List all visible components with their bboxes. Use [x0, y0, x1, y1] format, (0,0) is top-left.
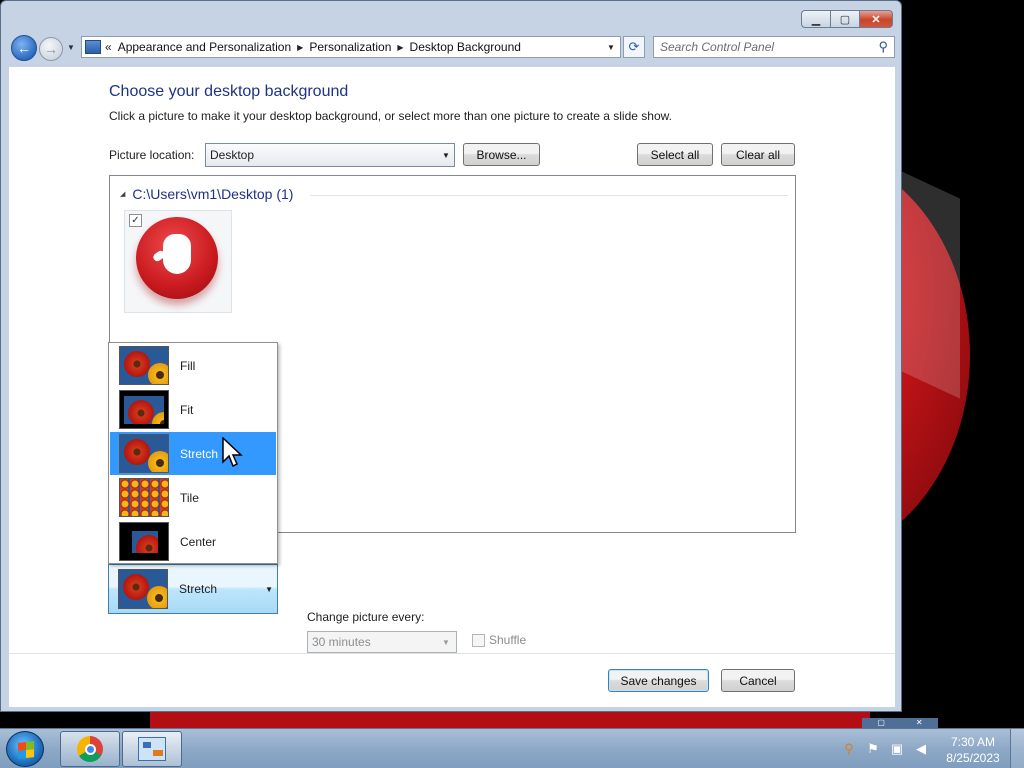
change-interval-select[interactable]: 30 minutes ▼ — [307, 631, 457, 653]
back-button[interactable]: ← — [11, 35, 37, 61]
center-preview-icon — [119, 522, 169, 561]
taskbar-control-panel[interactable] — [122, 731, 182, 767]
network-icon[interactable]: ▣ — [888, 741, 906, 757]
fill-preview-icon — [119, 346, 169, 385]
picture-location-select[interactable]: Desktop ▼ — [205, 143, 455, 167]
position-option-stretch[interactable]: Stretch — [110, 432, 276, 475]
taskbar: ⚲ ⚑ ▣ ◀ 7:30 AM 8/25/2023 — [0, 728, 1024, 768]
option-label: Fill — [180, 358, 196, 373]
position-option-fill[interactable]: Fill — [110, 344, 276, 387]
clock[interactable]: 7:30 AM 8/25/2023 — [940, 734, 1006, 766]
option-label: Center — [180, 534, 217, 549]
footer-divider — [9, 653, 895, 654]
recent-pages-dropdown[interactable]: ▼ — [67, 43, 75, 52]
address-dropdown-icon[interactable]: ▼ — [602, 43, 620, 52]
search-placeholder: Search Control Panel — [660, 40, 775, 54]
picture-position-value: Stretch — [179, 582, 218, 596]
notification-area: ⚲ ⚑ ▣ ◀ — [840, 729, 936, 768]
chevron-down-icon: ▼ — [442, 150, 450, 160]
fit-preview-icon — [119, 390, 169, 429]
forward-arrow-icon: → — [44, 41, 58, 57]
chevron-down-icon: ▼ — [265, 584, 273, 594]
position-option-center[interactable]: Center — [110, 520, 276, 563]
clock-time: 7:30 AM — [950, 735, 996, 749]
forward-button[interactable]: → — [39, 37, 63, 61]
shuffle-label: Shuffle — [489, 633, 527, 647]
breadcrumb-desktop-background[interactable]: Desktop Background — [404, 40, 527, 54]
minimize-button[interactable]: ▁ — [801, 10, 831, 28]
refresh-button[interactable]: ⟳ — [623, 36, 645, 58]
chrome-icon — [77, 736, 103, 762]
select-all-button[interactable]: Select all — [637, 143, 713, 166]
option-label: Tile — [180, 490, 199, 505]
browse-button[interactable]: Browse... — [463, 143, 540, 166]
tile-preview-icon — [119, 478, 169, 517]
clock-date: 8/25/2023 — [946, 751, 1000, 765]
change-interval-value: 30 minutes — [312, 635, 371, 649]
mouse-cursor-icon — [222, 437, 243, 468]
change-picture-label: Change picture every: — [307, 610, 425, 624]
hidden-window-buttons: ▢ ✕ — [862, 718, 938, 728]
breadcrumb-overflow[interactable]: « — [105, 40, 112, 54]
gallery-group-header[interactable]: ◢ C:\Users\vm1\Desktop (1) — [120, 186, 293, 202]
close-button[interactable]: ✕ — [859, 10, 893, 28]
windows-logo-icon — [18, 741, 34, 759]
shuffle-box[interactable] — [472, 633, 485, 647]
search-tray-icon[interactable]: ⚲ — [840, 741, 858, 757]
picture-thumbnail[interactable]: ✓ — [124, 210, 232, 313]
save-changes-button[interactable]: Save changes — [608, 669, 709, 692]
option-label: Fit — [180, 402, 194, 417]
start-button[interactable] — [6, 731, 44, 767]
search-input[interactable]: Search Control Panel ⚲ — [653, 36, 895, 58]
page-description: Click a picture to make it your desktop … — [109, 109, 672, 123]
collapse-triangle-icon[interactable]: ◢ — [120, 190, 125, 198]
show-desktop-button[interactable] — [1010, 729, 1024, 768]
stretch-preview-icon — [119, 434, 169, 473]
search-icon[interactable]: ⚲ — [878, 39, 888, 55]
maximize-button[interactable]: ▢ — [830, 10, 860, 28]
page-title: Choose your desktop background — [109, 83, 349, 100]
position-option-fit[interactable]: Fit — [110, 388, 276, 431]
picture-position-select[interactable]: Stretch ▼ — [108, 564, 278, 614]
control-panel-icon — [138, 737, 166, 761]
volume-muted-icon[interactable]: ◀ — [912, 741, 930, 757]
group-divider — [310, 195, 788, 196]
thumbnail-checkbox[interactable]: ✓ — [129, 214, 142, 227]
clear-all-button[interactable]: Clear all — [721, 143, 795, 166]
back-arrow-icon: ← — [17, 40, 31, 56]
picture-position-list[interactable]: Fill Fit Stretch Tile Center — [108, 342, 278, 564]
chevron-down-icon: ▼ — [442, 637, 450, 647]
stop-hand-image — [136, 217, 218, 299]
cancel-button[interactable]: Cancel — [721, 669, 795, 692]
caption-buttons: ▁ ▢ ✕ — [801, 10, 893, 28]
stretch-preview-icon — [118, 569, 168, 609]
address-bar[interactable]: « Appearance and Personalization ▶ Perso… — [81, 36, 621, 58]
picture-location-label: Picture location: — [109, 148, 195, 162]
action-center-flag-icon[interactable]: ⚑ — [864, 741, 882, 757]
shuffle-checkbox[interactable]: Shuffle — [472, 633, 526, 647]
breadcrumb-appearance[interactable]: Appearance and Personalization — [112, 40, 297, 54]
picture-location-value: Desktop — [210, 148, 255, 162]
group-header-label: C:\Users\vm1\Desktop (1) — [132, 186, 294, 202]
control-panel-icon — [85, 40, 101, 54]
option-label: Stretch — [180, 446, 219, 461]
position-option-tile[interactable]: Tile — [110, 476, 276, 519]
refresh-icon: ⟳ — [628, 39, 640, 54]
breadcrumb-personalization[interactable]: Personalization — [303, 40, 397, 54]
wallpaper-strip — [150, 712, 870, 728]
taskbar-chrome[interactable] — [60, 731, 120, 767]
